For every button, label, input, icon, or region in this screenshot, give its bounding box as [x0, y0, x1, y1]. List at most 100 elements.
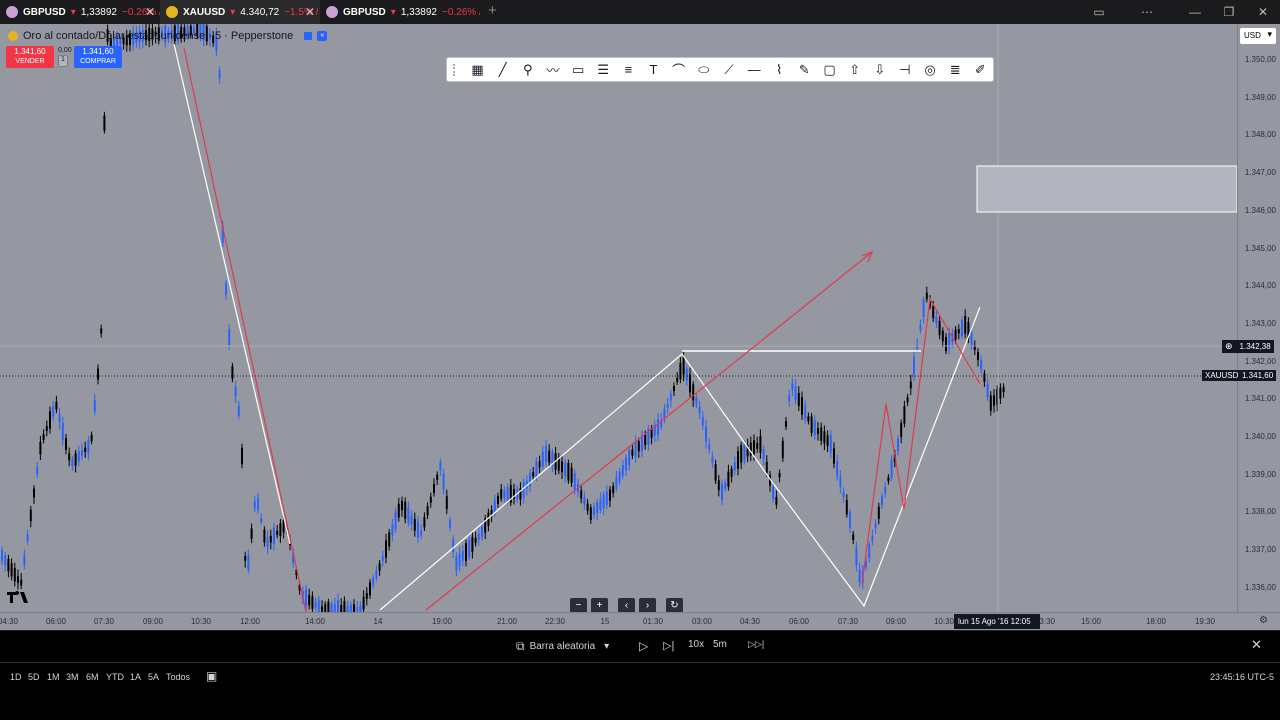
- range-6m[interactable]: 6M: [86, 672, 99, 682]
- time-axis[interactable]: 19:30 18:00 15:00 13:30 10:30 09:00 07:30 06:00…: [0, 612, 1280, 630]
- white-zigzag-pattern[interactable]: [379, 306, 981, 611]
- zoom-out-button[interactable]: −: [570, 598, 587, 612]
- candle-body: [983, 373, 986, 382]
- tab-price: 1,33892: [400, 6, 437, 18]
- pencil-icon[interactable]: ✐: [968, 59, 993, 81]
- more-icon[interactable]: ⋯: [1130, 5, 1164, 19]
- candle-body: [506, 487, 509, 501]
- parallel-channel-icon[interactable]: ☰: [591, 59, 616, 81]
- candle-body: [477, 533, 480, 540]
- candle-body: [407, 507, 410, 523]
- play-button[interactable]: ▷: [639, 639, 648, 653]
- red-zigzag-pattern[interactable]: [861, 297, 981, 585]
- price-tick: 1.349,00: [1244, 92, 1276, 102]
- candle-body: [13, 567, 16, 582]
- lines-icon[interactable]: ≣: [943, 59, 968, 81]
- range-5a[interactable]: 5A: [148, 672, 159, 682]
- sell-button[interactable]: 1.341,60 VENDER: [6, 46, 54, 68]
- price-chart[interactable]: Oro al contado/Dólar estadounidense · 5 …: [0, 24, 1237, 612]
- buy-button[interactable]: 1.341,60 COMPRAR: [74, 46, 122, 68]
- price-axis[interactable]: 1.350,00 1.349,00 1.348,00 1.347,00 1.346,00…: [1237, 24, 1280, 612]
- candle-body: [833, 448, 835, 464]
- white-trendline[interactable]: [173, 43, 291, 545]
- target-icon[interactable]: ◎: [918, 59, 943, 81]
- candle-body: [468, 539, 471, 557]
- arc-icon[interactable]: ⌒: [666, 59, 691, 81]
- tab-gbpusd-2[interactable]: GBPUSD ▾ 1,33892 −0.26% /: [320, 0, 480, 24]
- red-trend-arrow[interactable]: [425, 251, 873, 611]
- horizontal-ray-icon[interactable]: —: [742, 59, 767, 81]
- reset-chart-button[interactable]: ↻: [666, 598, 683, 612]
- fib-icon[interactable]: ≡: [616, 59, 641, 81]
- symbol-header[interactable]: Oro al contado/Dólar estadounidense · 5 …: [8, 30, 328, 42]
- calendar-icon[interactable]: ▣: [206, 669, 217, 683]
- candle-body: [631, 449, 634, 456]
- range-todos[interactable]: Todos: [166, 672, 190, 682]
- red-downtrend-line[interactable]: [183, 47, 307, 612]
- crosshair-target-icon[interactable]: ⊕: [1225, 341, 1233, 352]
- range-3m[interactable]: 3M: [66, 672, 79, 682]
- step-forward-button[interactable]: ▷|: [663, 639, 674, 652]
- arrow-up-icon[interactable]: ⇧: [842, 59, 867, 81]
- range-1d[interactable]: 1D: [10, 672, 22, 682]
- interval-select[interactable]: 5m: [713, 639, 727, 650]
- brush-icon[interactable]: ✎: [792, 59, 817, 81]
- tab-xauusd[interactable]: XAUUSD ▾ 4.340,72 −1.5% / ✕: [160, 0, 320, 24]
- quantity-box[interactable]: 1: [58, 55, 68, 67]
- tab-close-icon[interactable]: ✕: [305, 5, 315, 19]
- candlestick-canvas[interactable]: [0, 24, 1237, 612]
- sell-price: 1.341,60: [14, 47, 46, 56]
- range-1m[interactable]: 1M: [47, 672, 60, 682]
- cross-line-icon[interactable]: ⊣: [892, 59, 917, 81]
- scroll-right-button[interactable]: ›: [639, 598, 656, 612]
- candle-body: [986, 383, 989, 398]
- speed-select[interactable]: 10x: [688, 639, 704, 650]
- candle-body: [474, 537, 477, 544]
- pattern-icon[interactable]: 〰: [540, 59, 565, 81]
- path-icon[interactable]: ⟋: [716, 59, 741, 81]
- candle-body: [689, 374, 691, 393]
- candle-body: [349, 604, 352, 612]
- candle-body: [433, 484, 435, 493]
- cast-icon[interactable]: ▭: [1082, 5, 1116, 19]
- time-tick: 14: [373, 617, 383, 626]
- grid-icon[interactable]: ▦: [465, 59, 490, 81]
- random-bar-select[interactable]: ⧉ Barra aleatoria ▾: [516, 639, 609, 654]
- ellipse-icon[interactable]: ⬭: [691, 59, 716, 81]
- scroll-left-button[interactable]: ‹: [618, 598, 635, 612]
- jump-to-realtime-button[interactable]: ▷▷|: [748, 639, 764, 650]
- clock[interactable]: 23:45:16 UTC-5: [1210, 672, 1274, 682]
- candle-body: [410, 515, 413, 525]
- candle-body: [685, 368, 688, 381]
- arrow-down-icon[interactable]: ⇩: [867, 59, 892, 81]
- restore-icon[interactable]: ❐: [1212, 5, 1246, 19]
- close-window-icon[interactable]: ✕: [1246, 5, 1280, 19]
- range-ytd[interactable]: YTD: [106, 672, 124, 682]
- collapse-icon[interactable]: «: [317, 31, 328, 41]
- candle-body: [906, 397, 909, 403]
- range-1a[interactable]: 1A: [130, 672, 141, 682]
- tab-gbpusd-1[interactable]: GBPUSD ▾ 1,33892 −0.26% / ✕: [0, 0, 160, 24]
- time-tick: 21:00: [496, 617, 518, 626]
- xabcd-icon[interactable]: ⌇: [767, 59, 792, 81]
- drag-handle[interactable]: [453, 63, 459, 76]
- currency-select[interactable]: USD: [1240, 28, 1276, 44]
- tab-close-icon[interactable]: ✕: [145, 5, 155, 19]
- rectangle-icon[interactable]: ▭: [566, 59, 591, 81]
- supply-zone-rectangle[interactable]: [976, 165, 1237, 213]
- tab-down-arrow-icon: ▾: [230, 6, 236, 18]
- pitchfork-icon[interactable]: ⚲: [515, 59, 540, 81]
- candle-body: [897, 438, 899, 451]
- range-5d[interactable]: 5D: [28, 672, 40, 682]
- new-tab-button[interactable]: +: [480, 0, 505, 24]
- text-icon[interactable]: T: [641, 59, 666, 81]
- callout-icon[interactable]: ▢: [817, 59, 842, 81]
- candle-body: [637, 441, 640, 452]
- trendline-icon[interactable]: ╱: [490, 59, 515, 81]
- close-replay-button[interactable]: ✕: [1251, 637, 1262, 653]
- candle-body: [737, 451, 739, 469]
- candle-body: [93, 400, 96, 412]
- zoom-in-button[interactable]: +: [591, 598, 608, 612]
- settings-icon[interactable]: ⚙: [1259, 615, 1268, 626]
- minimize-icon[interactable]: —: [1178, 5, 1212, 19]
